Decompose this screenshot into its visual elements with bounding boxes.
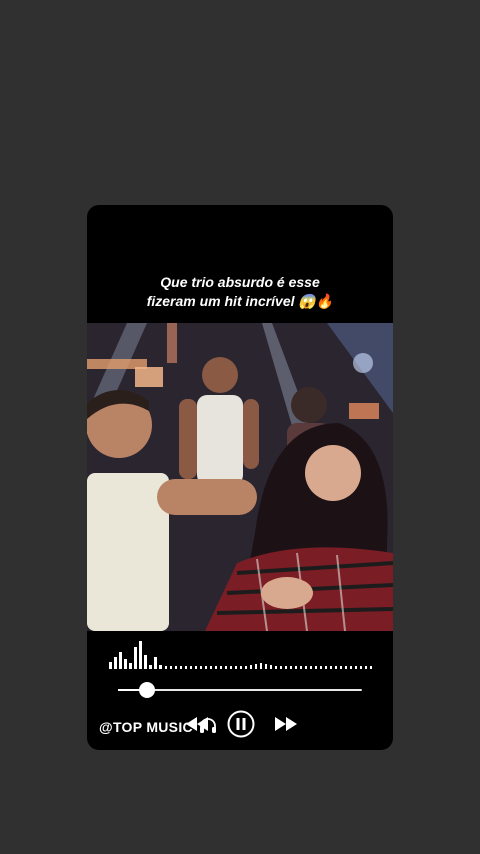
video-post-card: Que trio absurdo é esse fizeram um hit i…: [87, 205, 393, 750]
channel-watermark: @TOP MUSIC: [99, 718, 217, 735]
post-caption: Que trio absurdo é esse fizeram um hit i…: [87, 273, 393, 311]
caption-line-2: fizeram um hit incrível 😱🔥: [146, 293, 334, 309]
headphones-icon: [200, 718, 217, 733]
playback-progress-bar[interactable]: [118, 682, 362, 698]
fast-forward-button[interactable]: [274, 715, 298, 733]
watermark-label: @TOP MUSIC: [99, 719, 193, 735]
caption-line-1: Que trio absurdo é esse: [160, 274, 320, 290]
video-scene-illustration: [87, 323, 393, 631]
pause-button[interactable]: [227, 710, 255, 738]
pause-icon: [227, 710, 255, 738]
fast-forward-icon: [275, 717, 297, 731]
playback-scrubber-handle[interactable]: [139, 682, 156, 698]
audio-waveform: [109, 641, 372, 669]
video-frame[interactable]: [87, 323, 393, 631]
